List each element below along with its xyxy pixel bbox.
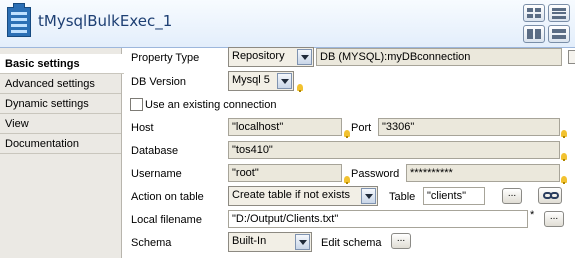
tab-advanced-settings[interactable]: Advanced settings [0, 74, 121, 94]
table-browse-button[interactable]: ... [502, 188, 522, 204]
host-field[interactable]: "localhost" [228, 118, 342, 136]
warning-icon [561, 153, 567, 161]
port-field[interactable]: "3306" [378, 118, 560, 136]
schema-value: Built-In [232, 235, 267, 247]
existing-connection-checkbox[interactable] [130, 98, 143, 111]
edit-schema-button[interactable]: ... [391, 233, 411, 249]
action-on-table-label: Action on table [131, 191, 204, 203]
guess-schema-button[interactable] [538, 187, 562, 204]
password-field[interactable]: ********** [406, 164, 560, 182]
component-header: tMysqlBulkExec_1 [0, 0, 575, 48]
tab-basic-settings[interactable]: Basic settings [0, 54, 124, 74]
warning-icon [297, 84, 303, 92]
db-version-value: Mysql 5 [232, 74, 270, 86]
username-label: Username [131, 168, 182, 180]
existing-connection-label: Use an existing connection [145, 99, 277, 111]
link-icon [550, 192, 559, 199]
component-title: tMysqlBulkExec_1 [38, 12, 173, 30]
property-type-value: Repository [232, 50, 285, 62]
table-label: Table [389, 191, 416, 203]
warning-icon [344, 176, 350, 184]
chevron-down-icon[interactable] [295, 234, 310, 250]
port-label: Port [351, 122, 372, 134]
edit-schema-label: Edit schema [321, 237, 382, 249]
chevron-down-icon[interactable] [361, 188, 376, 204]
local-filename-field[interactable]: "D:/Output/Clients.txt" [228, 210, 528, 228]
warning-icon [344, 130, 350, 138]
password-label: Password [351, 168, 400, 180]
tab-documentation[interactable]: Documentation [0, 134, 121, 154]
property-type-label: Property Type [131, 52, 200, 64]
schema-label: Schema [131, 237, 172, 249]
tab-dynamic-settings[interactable]: Dynamic settings [0, 94, 121, 114]
table-field[interactable]: "clients" [423, 187, 485, 205]
chevron-down-icon[interactable] [297, 49, 312, 65]
properties-view-icon[interactable] [523, 25, 545, 43]
list-view-icon[interactable] [548, 4, 570, 22]
columns-view-icon[interactable] [548, 25, 570, 43]
required-marker: * [530, 209, 535, 221]
local-filename-label: Local filename [131, 214, 202, 226]
mysql-bulk-exec-icon [7, 3, 31, 37]
db-version-select[interactable]: Mysql 5 [228, 71, 294, 91]
settings-tabs: Basic settings Advanced settings Dynamic… [0, 48, 124, 258]
database-field[interactable]: "tos410" [228, 141, 560, 159]
repository-browse-button[interactable] [568, 50, 575, 64]
tab-view[interactable]: View [0, 114, 121, 134]
repository-field[interactable]: DB (MYSQL):myDBconnection [316, 48, 562, 66]
username-field[interactable]: "root" [228, 164, 342, 182]
chevron-down-icon[interactable] [277, 73, 292, 89]
warning-icon [561, 130, 567, 138]
db-version-label: DB Version [131, 76, 187, 88]
action-on-table-select[interactable]: Create table if not exists [228, 186, 378, 206]
property-type-select[interactable]: Repository [228, 47, 314, 67]
schema-select[interactable]: Built-In [228, 232, 312, 252]
database-label: Database [131, 145, 179, 157]
warning-icon [561, 176, 567, 184]
table-view-icon[interactable] [523, 4, 545, 22]
host-label: Host [131, 122, 154, 134]
action-on-table-value: Create table if not exists [232, 189, 351, 201]
filename-browse-button[interactable]: ... [544, 211, 564, 227]
